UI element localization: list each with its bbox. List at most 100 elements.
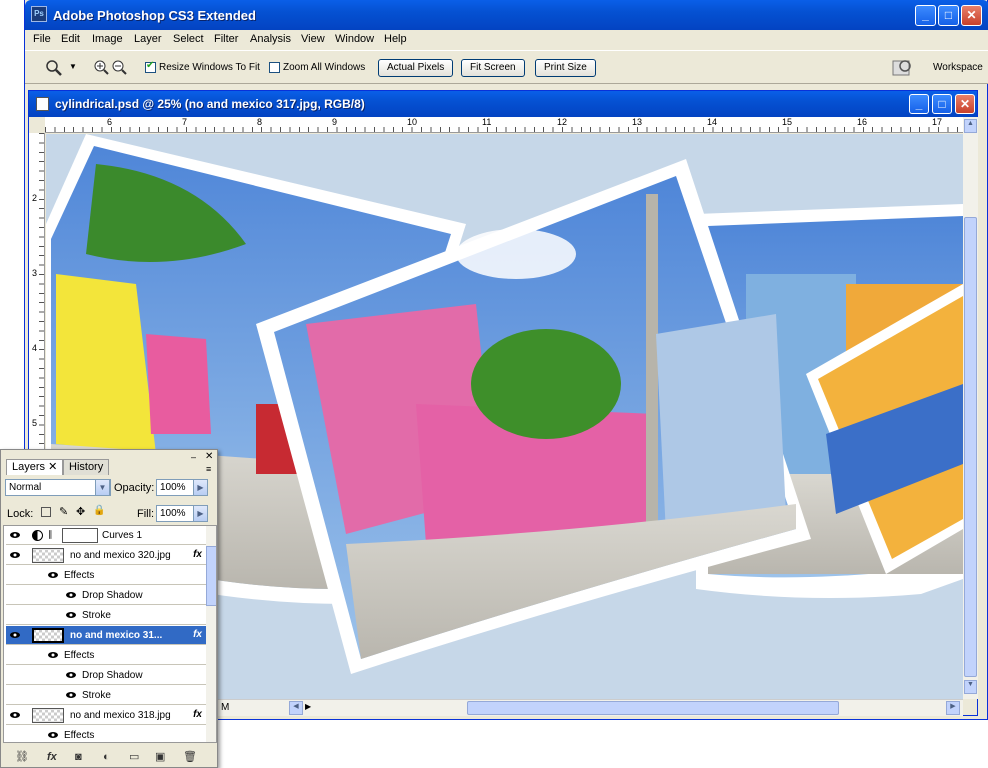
- document-title-bar[interactable]: cylindrical.psd @ 25% (no and mexico 317…: [29, 91, 977, 117]
- minimize-button[interactable]: _: [915, 5, 936, 26]
- layer-row-curves[interactable]: ∥ Curves 1: [6, 526, 206, 545]
- opacity-input[interactable]: 100%: [156, 479, 194, 496]
- menu-file[interactable]: File: [33, 33, 51, 45]
- layer-fx-icon[interactable]: fx: [193, 709, 202, 720]
- bridge-icon[interactable]: [891, 57, 913, 79]
- link-layers-icon[interactable]: ⛓: [15, 750, 29, 763]
- visibility-eye-icon[interactable]: [10, 631, 20, 639]
- layer-name: Curves 1: [102, 530, 143, 541]
- resize-windows-checkbox[interactable]: [145, 60, 156, 73]
- effect-name: Stroke: [82, 690, 111, 701]
- visibility-eye-icon[interactable]: [10, 531, 20, 539]
- close-button[interactable]: ✕: [961, 5, 982, 26]
- tool-preset-chevron-down-icon[interactable]: ▼: [69, 62, 77, 71]
- effect-drop-shadow-row[interactable]: Drop Shadow: [6, 586, 206, 605]
- lock-position-icon[interactable]: ✥: [76, 505, 85, 518]
- new-layer-icon[interactable]: ▣: [155, 750, 165, 763]
- doc-close-button[interactable]: ✕: [955, 94, 975, 114]
- horizontal-ruler[interactable]: 6 7 8 9 10 11 12 13 14 15 16 17: [45, 117, 963, 133]
- ruler-tick: 9: [332, 117, 338, 127]
- menu-help[interactable]: Help: [384, 33, 407, 45]
- visibility-eye-icon[interactable]: [66, 691, 76, 699]
- actual-pixels-button[interactable]: Actual Pixels: [378, 59, 454, 77]
- blend-mode-chevron-down-icon[interactable]: ▼: [95, 479, 110, 496]
- new-adjustment-layer-icon[interactable]: ◐: [103, 751, 110, 763]
- panel-close-icon[interactable]: ✕: [205, 451, 213, 462]
- layer-thumbnail: [32, 548, 64, 563]
- menu-layer[interactable]: Layer: [134, 33, 162, 45]
- horizontal-scroll-thumb[interactable]: [467, 701, 839, 715]
- ruler-tick: 16: [857, 117, 868, 127]
- visibility-eye-icon[interactable]: [66, 611, 76, 619]
- zoom-in-icon[interactable]: [93, 59, 109, 75]
- layer-mask-thumbnail: [62, 528, 98, 543]
- vertical-scrollbar[interactable]: ▲ ▼: [963, 117, 978, 699]
- doc-maximize-button[interactable]: □: [932, 94, 952, 114]
- menu-view[interactable]: View: [301, 33, 325, 45]
- maximize-button[interactable]: □: [938, 5, 959, 26]
- lock-image-icon[interactable]: ✎: [59, 505, 68, 518]
- menu-select[interactable]: Select: [173, 33, 204, 45]
- visibility-eye-icon[interactable]: [10, 711, 20, 719]
- effect-stroke-row[interactable]: Stroke: [6, 606, 206, 625]
- layer-fx-icon[interactable]: fx: [193, 629, 202, 640]
- status-menu-arrow-icon[interactable]: ▶: [305, 702, 317, 714]
- scroll-up-button[interactable]: ▲: [964, 119, 977, 133]
- tab-layers[interactable]: Layers ✕: [6, 459, 64, 475]
- tab-history[interactable]: History: [63, 459, 110, 475]
- effect-drop-shadow-row[interactable]: Drop Shadow: [6, 666, 206, 685]
- menu-bar: File Edit Image Layer Select Filter Anal…: [25, 30, 988, 50]
- opacity-slider-arrow-icon[interactable]: ▶: [193, 479, 208, 496]
- ruler-tick: 6: [107, 117, 113, 127]
- add-layer-style-icon[interactable]: fx: [47, 751, 57, 763]
- lock-transparent-icon[interactable]: [41, 507, 51, 517]
- ruler-tick: 10: [407, 117, 418, 127]
- ruler-tick: 8: [257, 117, 263, 127]
- delete-layer-icon[interactable]: 🗑: [183, 750, 197, 763]
- layer-row-317-selected[interactable]: no and mexico 31... fx: [6, 626, 206, 645]
- visibility-eye-icon[interactable]: [10, 551, 20, 559]
- doc-minimize-button[interactable]: _: [909, 94, 929, 114]
- print-size-button[interactable]: Print Size: [535, 59, 596, 77]
- lock-all-icon[interactable]: 🔒: [93, 505, 105, 516]
- layer-fx-icon[interactable]: fx: [193, 549, 202, 560]
- ruler-tick: 17: [932, 117, 943, 127]
- vertical-scroll-thumb[interactable]: [964, 217, 977, 677]
- app-title-bar[interactable]: Ps Adobe Photoshop CS3 Extended _ □ ✕: [25, 0, 988, 30]
- layer-effects-row[interactable]: Effects: [6, 726, 206, 742]
- fill-input[interactable]: 100%: [156, 505, 194, 522]
- layers-scrollbar[interactable]: [206, 526, 216, 742]
- panel-menu-icon[interactable]: ≡: [206, 464, 211, 474]
- ruler-tick: 5: [32, 418, 38, 428]
- scroll-down-button[interactable]: ▼: [964, 680, 977, 694]
- scroll-left-button[interactable]: ◀: [289, 701, 303, 715]
- layers-scroll-thumb[interactable]: [206, 546, 216, 606]
- effect-stroke-row[interactable]: Stroke: [6, 686, 206, 705]
- menu-window[interactable]: Window: [335, 33, 374, 45]
- scroll-right-button[interactable]: ▶: [946, 701, 960, 715]
- menu-image[interactable]: Image: [92, 33, 123, 45]
- visibility-eye-icon[interactable]: [66, 671, 76, 679]
- fit-screen-button[interactable]: Fit Screen: [461, 59, 525, 77]
- layer-row-320[interactable]: no and mexico 320.jpg fx: [6, 546, 206, 565]
- layer-effects-row[interactable]: Effects: [6, 646, 206, 665]
- fill-slider-arrow-icon[interactable]: ▶: [193, 505, 208, 522]
- layer-row-318[interactable]: no and mexico 318.jpg fx: [6, 706, 206, 725]
- layer-effects-row[interactable]: Effects: [6, 566, 206, 585]
- ruler-tick: 4: [32, 343, 38, 353]
- menu-edit[interactable]: Edit: [61, 33, 80, 45]
- workspace-menu[interactable]: Workspace: [933, 62, 983, 73]
- zoom-tool-icon[interactable]: [45, 59, 63, 77]
- zoom-out-icon[interactable]: [111, 59, 127, 75]
- visibility-eye-icon[interactable]: [48, 731, 58, 739]
- visibility-eye-icon[interactable]: [48, 651, 58, 659]
- menu-filter[interactable]: Filter: [214, 33, 238, 45]
- add-mask-icon[interactable]: ◙: [75, 751, 82, 763]
- visibility-eye-icon[interactable]: [66, 591, 76, 599]
- visibility-eye-icon[interactable]: [48, 571, 58, 579]
- panel-minimize-icon[interactable]: –: [191, 452, 196, 462]
- layer-name: no and mexico 320.jpg: [70, 550, 171, 561]
- menu-analysis[interactable]: Analysis: [250, 33, 291, 45]
- new-group-icon[interactable]: ▭: [129, 750, 139, 763]
- zoom-all-windows-checkbox[interactable]: [269, 62, 280, 73]
